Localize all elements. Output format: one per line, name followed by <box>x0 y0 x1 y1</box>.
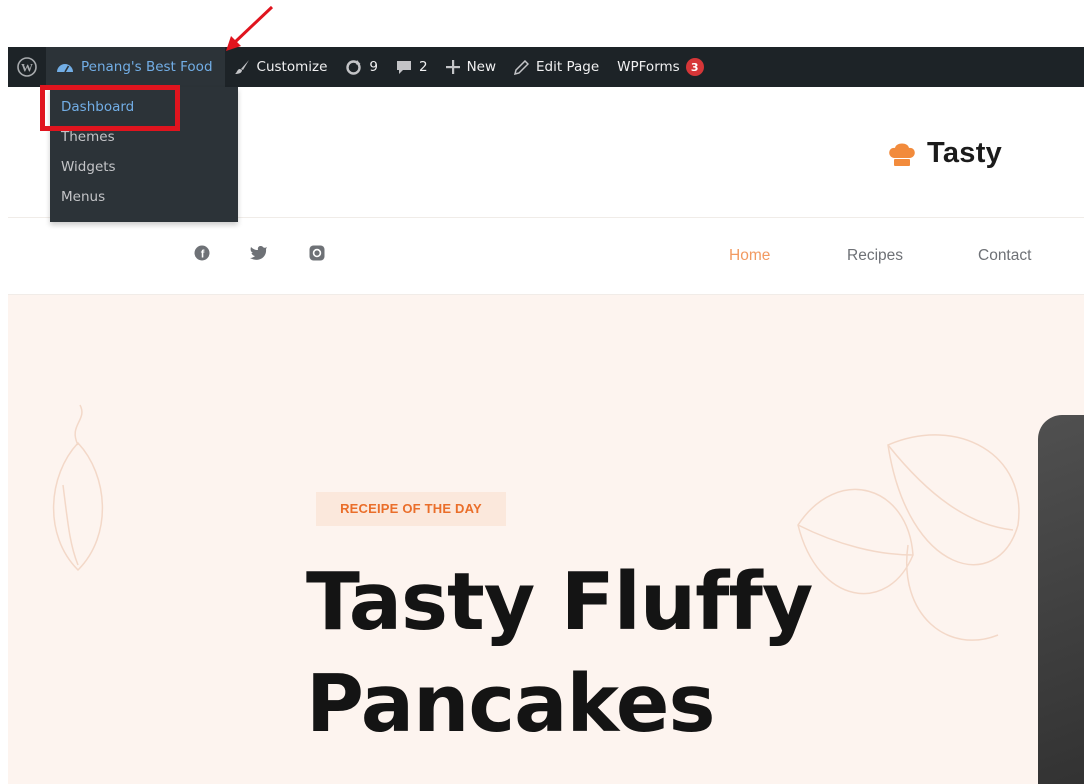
wpforms-notification-badge: 3 <box>685 58 704 76</box>
site-name-label: Penang's Best Food <box>81 59 213 75</box>
nav-link-home[interactable]: Home <box>729 247 770 265</box>
dashboard-highlight-box <box>40 85 180 131</box>
comments-count: 2 <box>418 59 428 75</box>
twitter-icon[interactable] <box>250 245 268 264</box>
wp-logo-menu[interactable]: W <box>8 47 46 87</box>
wordpress-logo-icon: W <box>17 57 37 77</box>
hero-title-line-1: Tasty Fluffy <box>306 556 813 648</box>
main-nav-bar: f Home Recipes Contact <box>8 218 1084 295</box>
comment-bubble-icon <box>396 60 412 75</box>
instagram-icon[interactable] <box>309 245 325 265</box>
edit-page-link[interactable]: Edit Page <box>505 47 608 87</box>
new-content-link[interactable]: New <box>437 47 505 87</box>
menu-item-menus[interactable]: Menus <box>50 182 238 212</box>
paintbrush-icon <box>234 59 250 75</box>
site-logo[interactable]: Tasty <box>886 137 1002 170</box>
logo-text: Tasty <box>927 137 1003 169</box>
hero-title: Tasty Fluffy Pancakes <box>306 551 1026 755</box>
site-name-menu[interactable]: Penang's Best Food <box>46 47 225 87</box>
customize-label: Customize <box>256 59 328 75</box>
chef-hat-icon <box>889 143 915 166</box>
hero-section: RECEIPE OF THE DAY Tasty Fluffy Pancakes <box>8 295 1084 784</box>
updates-link[interactable]: 9 <box>336 47 387 87</box>
recipe-of-the-day-tag: RECEIPE OF THE DAY <box>316 492 506 526</box>
nav-link-contact[interactable]: Contact <box>978 247 1031 265</box>
hero-title-line-2: Pancakes <box>306 658 715 750</box>
pencil-icon <box>514 59 530 75</box>
admin-bar: W Penang's Best Food Customize 9 2 New E… <box>8 47 1084 87</box>
updates-count: 9 <box>369 59 378 75</box>
wpforms-link[interactable]: WPForms 3 <box>608 47 713 87</box>
customize-link[interactable]: Customize <box>225 47 337 87</box>
svg-text:W: W <box>21 61 33 75</box>
recipe-image[interactable] <box>1038 415 1084 784</box>
comments-link[interactable]: 2 <box>387 47 437 87</box>
menu-item-widgets[interactable]: Widgets <box>50 152 238 182</box>
wpforms-label: WPForms <box>617 59 680 75</box>
nav-link-recipes[interactable]: Recipes <box>847 247 903 265</box>
plus-icon <box>445 60 460 74</box>
svg-text:f: f <box>201 249 205 261</box>
facebook-icon[interactable]: f <box>194 245 210 265</box>
edit-page-label: Edit Page <box>536 59 600 75</box>
dashboard-gauge-icon <box>56 60 74 74</box>
new-label: New <box>466 59 497 75</box>
updates-refresh-icon <box>345 59 362 76</box>
